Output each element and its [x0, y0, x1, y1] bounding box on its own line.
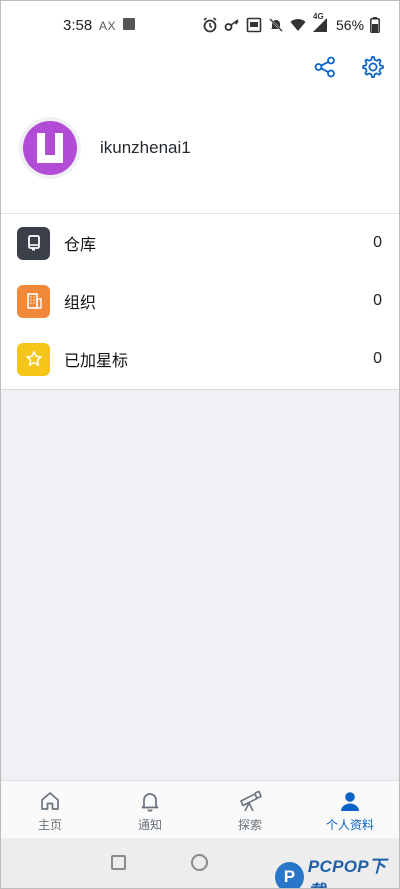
watermark-logo: P — [275, 862, 304, 889]
list-item-label: 已加星标 — [64, 353, 129, 370]
recents-button[interactable] — [111, 855, 126, 870]
tab-notifications[interactable]: 通知 — [100, 781, 200, 838]
list-item-starred[interactable]: 已加星标 0 — [0, 330, 400, 388]
tab-label: 主页 — [37, 818, 62, 832]
status-time: 3:58 — [63, 17, 93, 34]
list-item-label: 组织 — [64, 295, 97, 312]
empty-content-area — [0, 389, 400, 780]
repository-icon — [17, 226, 50, 260]
share-button[interactable] — [312, 54, 338, 80]
alarm-icon — [203, 17, 217, 33]
list-item-count: 0 — [373, 234, 382, 251]
telescope-icon — [240, 790, 262, 812]
status-indicator: AX — [99, 19, 117, 33]
settings-icon — [362, 56, 384, 78]
profile-header: ikunzhenai1 — [0, 108, 400, 214]
home-icon — [41, 792, 59, 810]
watermark: P PCPOP下载 — [275, 852, 400, 889]
tab-label: 个人资料 — [325, 818, 374, 832]
list-item-organizations[interactable]: 组织 0 — [0, 272, 400, 330]
battery-icon — [370, 17, 380, 33]
tab-home[interactable]: 主页 — [0, 781, 100, 838]
person-icon — [341, 792, 359, 811]
avatar-image — [23, 121, 77, 175]
avatar[interactable] — [19, 117, 81, 179]
bell-icon — [141, 793, 159, 812]
bottom-navigation: 主页 通知 探索 个人资料 — [0, 780, 400, 838]
list-item-count: 0 — [373, 350, 382, 367]
key-icon — [224, 19, 239, 31]
header-actions — [312, 54, 386, 80]
image-icon — [123, 18, 135, 30]
organization-icon — [17, 284, 50, 318]
share-icon — [314, 56, 335, 78]
mute-icon — [269, 18, 283, 32]
vpn-icon — [246, 17, 262, 33]
list-item-repositories[interactable]: 仓库 0 — [0, 214, 400, 272]
profile-stats-list: 仓库 0 组织 0 已加星标 0 — [0, 214, 400, 388]
username: ikunzhenai1 — [100, 138, 191, 157]
settings-button[interactable] — [360, 54, 386, 80]
tab-label: 探索 — [237, 818, 262, 832]
network-type: 4G — [313, 12, 324, 21]
tab-explore[interactable]: 探索 — [200, 781, 300, 838]
tab-profile[interactable]: 个人资料 — [300, 781, 400, 838]
status-bar: 3:58 AX 4G 56% — [0, 0, 400, 48]
list-item-label: 仓库 — [64, 237, 97, 254]
home-system-button[interactable] — [191, 854, 208, 871]
watermark-text: PCPOP下载 — [307, 857, 387, 889]
star-icon — [17, 342, 50, 376]
wifi-icon — [290, 19, 306, 31]
list-item-count: 0 — [373, 292, 382, 309]
battery-percent: 56% — [336, 17, 365, 33]
tab-label: 通知 — [137, 818, 162, 832]
signal-icon: 4G — [312, 12, 328, 33]
status-icons: 4G 56% — [202, 12, 380, 34]
